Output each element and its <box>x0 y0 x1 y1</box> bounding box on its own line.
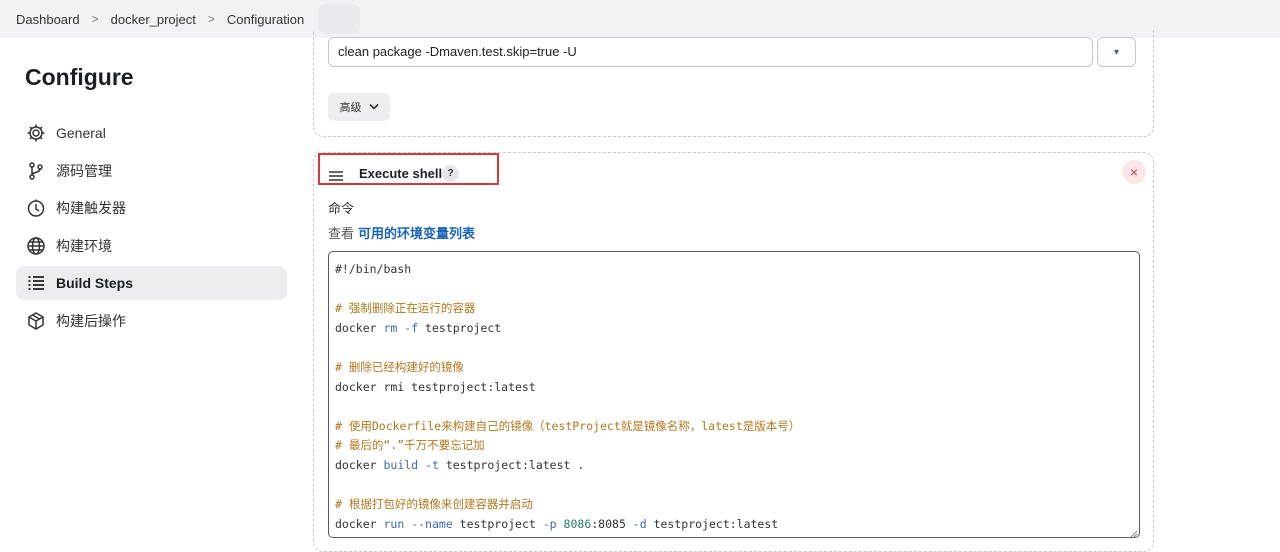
chevron-down-icon <box>368 101 379 113</box>
expand-field-button[interactable]: ▾ <box>1097 37 1136 67</box>
breadcrumb-separator: > <box>91 12 99 26</box>
triangle-down-icon: ▾ <box>1113 46 1120 58</box>
sidebar-item-source-management[interactable]: 源码管理 <box>16 154 287 188</box>
gear-icon <box>26 123 46 143</box>
code-line: # 根据打包好的镜像来创建容器并启动 <box>335 497 533 512</box>
env-vars-line: 查看 可用的环境变量列表 <box>328 223 475 242</box>
source-branch-icon <box>26 161 46 181</box>
breadcrumb-configuration[interactable]: Configuration <box>227 12 304 27</box>
env-prefix: 查看 <box>328 226 355 241</box>
code-line: # 强制删除正在运行的容器 <box>335 301 476 316</box>
code-line: docker rmi testproject:latest <box>335 379 536 394</box>
breadcrumb-project[interactable]: docker_project <box>111 12 196 27</box>
sidebar-item-build-triggers[interactable]: 构建触发器 <box>16 191 287 225</box>
code-line: docker build -t testproject:latest . <box>335 457 585 472</box>
resize-grip-icon[interactable] <box>1128 526 1138 539</box>
sidebar-item-label: 构建触发器 <box>56 200 126 216</box>
code-line: #!/bin/bash <box>335 262 412 276</box>
env-vars-link[interactable]: 可用的环境变量列表 <box>358 226 475 241</box>
sidebar-item-build-environment[interactable]: 构建环境 <box>16 229 287 263</box>
help-icon[interactable]: ? <box>442 165 459 182</box>
code-line: docker rm -f testproject <box>335 320 502 335</box>
page-title: Configure <box>25 64 134 90</box>
sidebar-item-label: 源码管理 <box>56 162 112 179</box>
code-line: # 使用Dockerfile来构建自己的镜像（testProject就是镜像名称… <box>335 418 801 433</box>
code-line: # 删除已经构建好的镜像 <box>335 359 464 374</box>
command-label: 命令 <box>328 201 355 216</box>
sidebar-item-label: 构建环境 <box>56 237 112 254</box>
code-line: docker run --name testproject -p 8086:80… <box>335 516 779 531</box>
sidebar-item-general[interactable]: General <box>16 116 287 150</box>
sidebar-item-label: Build Steps <box>56 275 134 291</box>
delete-step-button[interactable]: × <box>1122 160 1146 184</box>
advanced-label: 高级 <box>339 102 362 114</box>
step-title: Execute shell <box>359 166 443 181</box>
goals-field[interactable]: clean package -Dmaven.test.skip=true -U <box>328 37 1093 67</box>
breadcrumb-dashboard[interactable]: Dashboard <box>16 12 80 27</box>
sidebar-item-label: General <box>56 125 106 141</box>
list-icon <box>26 273 46 293</box>
sidebar-item-label: 构建后操作 <box>56 312 126 329</box>
globe-icon <box>26 236 46 256</box>
code-line: # 最后的“.”千万不要忘记加 <box>335 438 485 453</box>
command-textarea[interactable]: #!/bin/bash # 强制删除正在运行的容器 docker rm -f tes… <box>328 251 1140 538</box>
sidebar-item-build-steps[interactable]: Build Steps <box>16 266 287 300</box>
sidebar-item-post-build-actions[interactable]: 构建后操作 <box>16 304 287 338</box>
drag-handle-icon[interactable] <box>329 168 343 181</box>
timer-icon <box>26 198 46 218</box>
advanced-button[interactable]: 高级 <box>328 93 390 121</box>
package-icon <box>26 311 46 331</box>
sidebar-nav: General 源码管理 构建触发器 构建环境 Build Steps 构建后操… <box>16 116 287 341</box>
breadcrumb-separator: > <box>207 12 215 26</box>
